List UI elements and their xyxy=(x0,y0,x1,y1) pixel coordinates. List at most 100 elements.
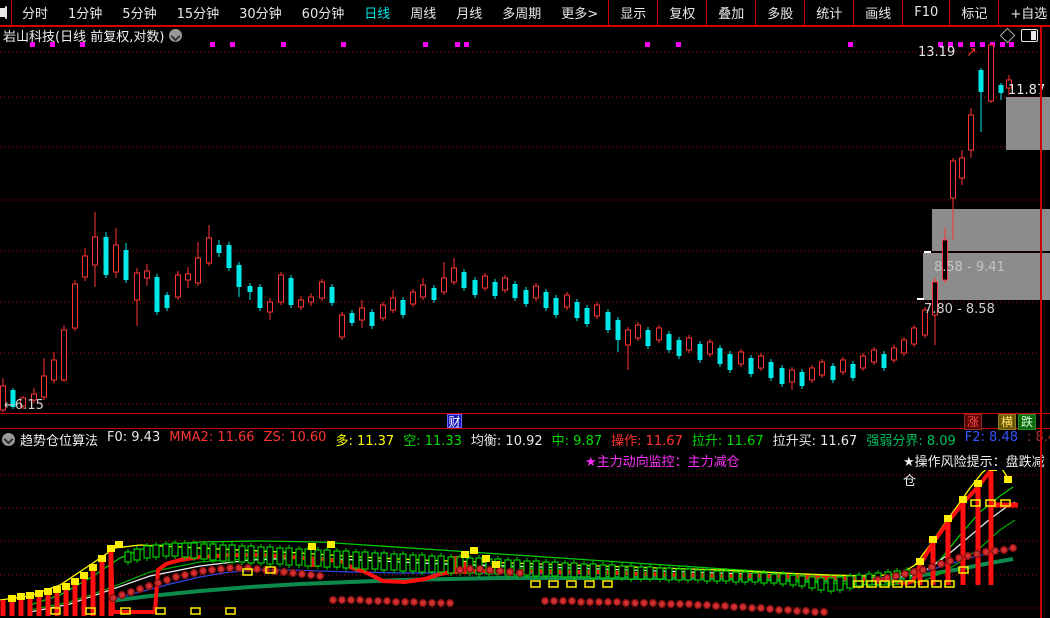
candle-down xyxy=(462,272,467,288)
toolbar-button-统计[interactable]: 统计 xyxy=(804,0,853,25)
candle-down xyxy=(831,366,836,380)
candle-down xyxy=(575,302,580,318)
candle-up xyxy=(73,284,78,328)
period-tab-日线[interactable]: 日线 xyxy=(354,3,400,22)
buy-signal-square xyxy=(916,558,924,565)
mini-candle xyxy=(153,545,159,557)
candle-up xyxy=(790,370,795,382)
candle-up xyxy=(861,356,866,368)
period-tab-周线[interactable]: 周线 xyxy=(400,3,446,22)
main-force-dot xyxy=(227,565,234,572)
candle-up xyxy=(360,308,365,320)
state-badge-flat[interactable]: 横 xyxy=(998,414,1016,430)
top-toolbar: 分时1分钟5分钟15分钟30分钟60分钟日线周线月线多周期更多> 显示复权叠加多… xyxy=(0,0,1050,27)
period-tab-月线[interactable]: 月线 xyxy=(446,3,492,22)
toolbar-button-显示[interactable]: 显示 xyxy=(608,0,657,25)
candle-down xyxy=(698,344,703,360)
main-force-dot xyxy=(704,602,711,609)
mini-candle xyxy=(562,563,568,577)
toolbar-button-多股[interactable]: 多股 xyxy=(755,0,804,25)
buy-signal-square xyxy=(89,564,97,571)
hold-signal-square xyxy=(603,581,612,587)
event-marker-badge[interactable]: 财 xyxy=(447,414,462,428)
candle-up xyxy=(340,315,345,337)
mini-candle xyxy=(410,555,416,571)
period-tab-5分钟[interactable]: 5分钟 xyxy=(112,3,166,22)
high-price-label: 13.19 xyxy=(918,45,955,60)
buy-signal-square xyxy=(98,555,106,562)
main-candlestick-chart[interactable]: 13.19↗11.87 -8.58 - 9.417.80 - 8.58←6.15 xyxy=(0,40,1050,414)
candle-down xyxy=(124,250,129,280)
candle-up xyxy=(534,286,539,298)
buy-signal-square xyxy=(62,583,70,590)
period-tab-分时[interactable]: 分时 xyxy=(12,3,58,22)
mini-candle xyxy=(429,556,435,572)
state-badge-down[interactable]: 跌 xyxy=(1018,414,1036,430)
main-force-alert: ★主力动向监控：主力减仓 xyxy=(585,451,740,470)
candle-down xyxy=(554,298,559,315)
chevron-down-icon[interactable] xyxy=(2,433,15,446)
indicator-panel-chart[interactable] xyxy=(0,470,1050,618)
candle-up xyxy=(810,368,815,380)
main-force-dot xyxy=(632,600,639,607)
state-badge-up[interactable]: 涨 xyxy=(964,414,982,430)
main-force-dot xyxy=(128,589,135,596)
candle-up xyxy=(309,297,314,302)
candle-down xyxy=(851,364,856,378)
period-tab-60分钟[interactable]: 60分钟 xyxy=(292,3,355,22)
indicator-field: F0: 9.43 xyxy=(107,430,160,448)
mini-candle xyxy=(790,575,796,585)
period-tab-30分钟[interactable]: 30分钟 xyxy=(229,3,292,22)
mini-candle xyxy=(524,561,530,575)
main-force-dot xyxy=(330,597,337,604)
mini-candle xyxy=(590,564,596,578)
candle-down xyxy=(616,320,621,340)
candle-down xyxy=(165,295,170,308)
window-layout-icon[interactable] xyxy=(5,6,7,19)
candle-up xyxy=(196,258,201,283)
main-force-dot xyxy=(623,600,630,607)
indicator-field: 均衡: 10.92 xyxy=(471,430,543,448)
toolbar-right-buttons: 显示复权叠加多股统计画线F10标记+自选 xyxy=(608,0,1050,25)
candle-up xyxy=(969,115,974,150)
period-tab-15分钟[interactable]: 15分钟 xyxy=(167,3,230,22)
toolbar-button-画线[interactable]: 画线 xyxy=(853,0,902,25)
candle-down xyxy=(524,290,529,304)
signal-dot xyxy=(210,42,215,47)
main-force-dot xyxy=(794,608,801,615)
main-force-dot xyxy=(477,566,484,573)
hold-signal-square xyxy=(567,581,576,587)
main-force-dot xyxy=(614,599,621,606)
candle-down xyxy=(258,287,263,308)
main-force-dot xyxy=(1001,547,1008,554)
period-tab-1分钟[interactable]: 1分钟 xyxy=(58,3,112,22)
main-force-dot xyxy=(209,567,216,574)
candle-up xyxy=(841,360,846,372)
mini-candle xyxy=(828,578,834,591)
period-tab-更多>[interactable]: 更多> xyxy=(551,3,608,22)
mini-candle xyxy=(324,550,330,567)
mini-candle xyxy=(676,569,682,580)
main-force-dot xyxy=(902,571,909,578)
main-force-dot xyxy=(191,570,198,577)
trend-state-badges: 涨横跌 xyxy=(962,414,1036,430)
toolbar-button-标记[interactable]: 标记 xyxy=(949,0,998,25)
main-force-dot xyxy=(668,601,675,608)
candle-down xyxy=(646,330,651,346)
toolbar-button-F10[interactable]: F10 xyxy=(902,0,949,25)
zone-lower-label: 7.80 - 8.58 xyxy=(924,302,995,317)
toolbar-button-叠加[interactable]: 叠加 xyxy=(706,0,755,25)
toolbar-button-+自选[interactable]: +自选 xyxy=(998,0,1050,25)
signal-dot xyxy=(1000,42,1005,47)
mini-candle xyxy=(134,549,140,560)
toolbar-button-复权[interactable]: 复权 xyxy=(657,0,706,25)
signal-dot xyxy=(848,42,853,47)
mini-candle xyxy=(837,577,843,590)
period-tab-多周期[interactable]: 多周期 xyxy=(492,3,551,22)
mini-candle xyxy=(723,571,729,581)
buy-signal-square xyxy=(26,592,34,599)
candle-down xyxy=(289,278,294,305)
candle-down xyxy=(979,70,984,92)
candle-up xyxy=(93,237,98,265)
main-force-dot xyxy=(893,573,900,580)
